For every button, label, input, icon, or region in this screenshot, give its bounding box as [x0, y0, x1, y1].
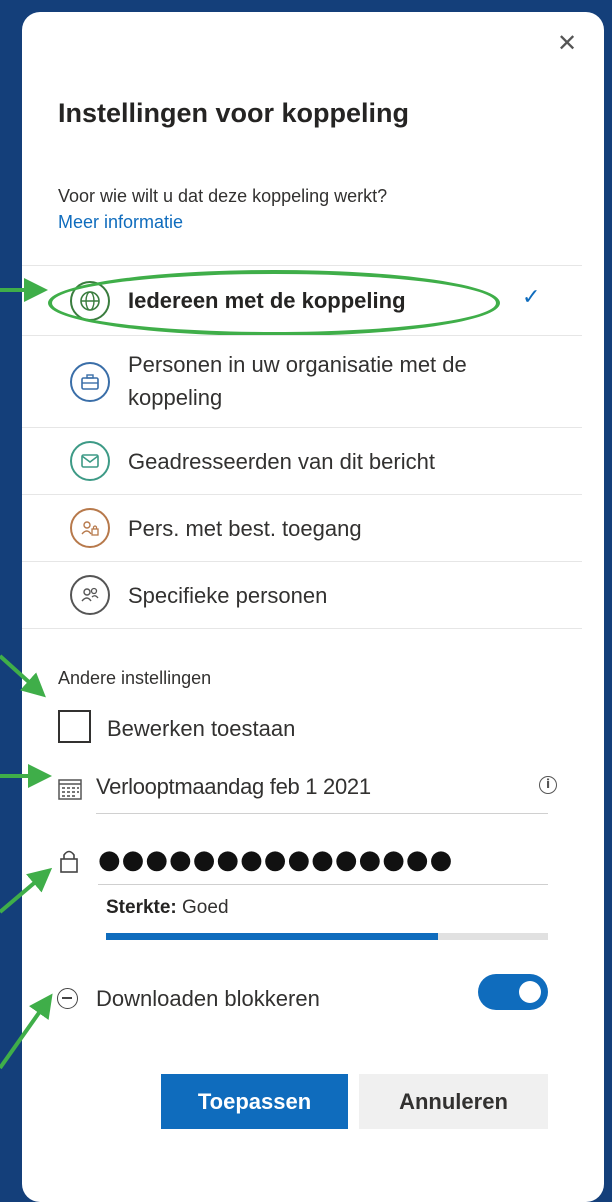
expiry-label: Verloopt	[96, 774, 175, 799]
block-icon	[57, 988, 78, 1009]
option-organization-label: Personen in uw organisatie met de koppel…	[128, 352, 467, 410]
people-icon	[70, 575, 110, 615]
briefcase-icon	[70, 362, 110, 402]
expiry-date-field[interactable]: Verlooptmaandag feb 1 2021	[96, 774, 371, 800]
allow-edit-checkbox[interactable]	[58, 710, 91, 743]
password-input[interactable]: ●●●●●●●●●●●●●●●	[98, 838, 548, 882]
password-strength: Sterkte: Goed	[106, 897, 229, 919]
apply-button[interactable]: Toepassen	[161, 1074, 348, 1129]
password-underline	[98, 884, 548, 885]
option-organization[interactable]: Personen in uw organisatie met de koppel…	[22, 335, 582, 427]
option-existing-access[interactable]: Pers. met best. toegang	[22, 494, 582, 561]
strength-label: Sterkte:	[106, 897, 177, 918]
expiry-value: maandag feb 1 2021	[174, 774, 371, 799]
link-settings-dialog: ✕ Instellingen voor koppeling Voor wie w…	[22, 12, 604, 1202]
expiry-underline	[96, 813, 548, 814]
more-info-link[interactable]: Meer informatie	[58, 212, 183, 233]
allow-edit-label: Bewerken toestaan	[107, 716, 296, 741]
other-settings-heading: Andere instellingen	[58, 668, 212, 688]
strength-bar	[106, 933, 548, 940]
strength-value: Goed	[182, 897, 229, 918]
option-specific-people[interactable]: Specifieke personen	[22, 561, 582, 629]
dialog-title: Instellingen voor koppeling	[58, 98, 410, 128]
option-anyone-label: Iedereen met de koppeling	[128, 288, 406, 313]
option-specific-people-label: Specifieke personen	[128, 583, 328, 608]
lock-icon	[59, 848, 79, 879]
block-download-label: Downloaden blokkeren	[96, 986, 320, 1011]
checkmark-icon: ✓	[522, 285, 541, 310]
info-icon[interactable]: i	[539, 776, 557, 794]
option-recipients[interactable]: Geadresseerden van dit bericht	[22, 427, 582, 494]
people-lock-icon	[70, 508, 110, 548]
calendar-icon	[58, 778, 82, 805]
close-button[interactable]: ✕	[552, 28, 582, 58]
globe-icon	[70, 281, 110, 321]
audience-question: Voor wie wilt u dat deze koppeling werkt…	[58, 186, 388, 206]
envelope-icon	[70, 441, 110, 481]
cancel-button[interactable]: Annuleren	[359, 1074, 548, 1129]
audience-options: Iedereen met de koppeling ✓ Personen in …	[22, 265, 582, 629]
option-existing-access-label: Pers. met best. toegang	[128, 516, 362, 541]
option-anyone[interactable]: Iedereen met de koppeling ✓	[22, 265, 582, 336]
block-download-toggle[interactable]	[478, 974, 548, 1010]
toggle-knob	[519, 981, 541, 1003]
option-recipients-label: Geadresseerden van dit bericht	[128, 449, 435, 474]
strength-bar-fill	[106, 933, 438, 940]
